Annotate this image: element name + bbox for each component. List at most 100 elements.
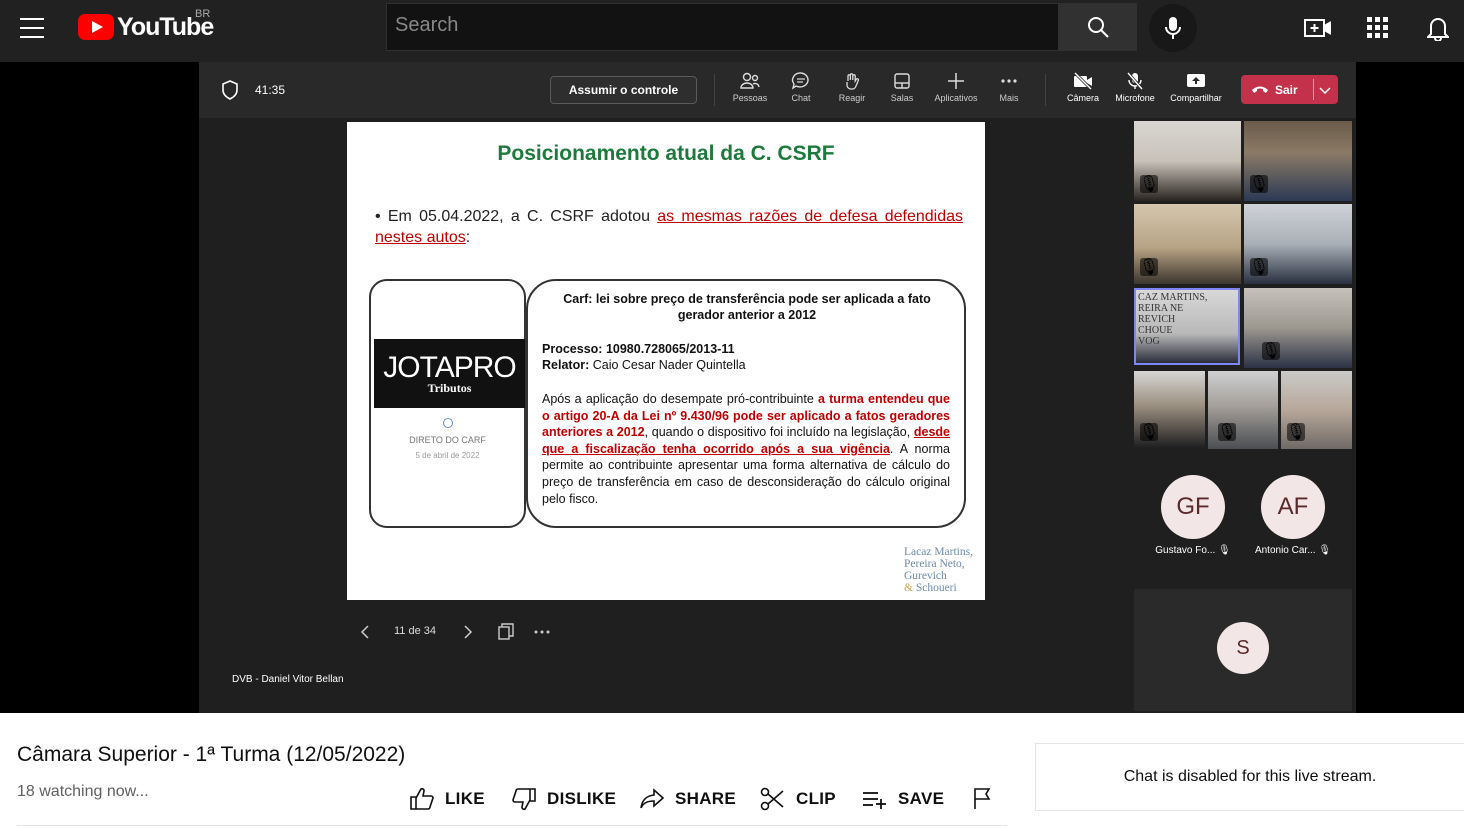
search-input[interactable] (387, 4, 1058, 47)
share-video-button[interactable]: SHARE (639, 785, 736, 813)
thumb-up-icon (410, 787, 434, 810)
video-info: Câmara Superior - 1ª Turma (12/05/2022) … (0, 713, 1464, 829)
mic-off-icon: 🎙 (1318, 545, 1332, 556)
people-icon (740, 72, 760, 89)
search-icon (1087, 17, 1109, 38)
chevron-down-icon[interactable] (1319, 85, 1331, 95)
phone-date: 5 de abril de 2022 (415, 451, 480, 460)
mic-off-icon (1126, 72, 1144, 90)
participant-video[interactable]: 🎙 (1244, 121, 1352, 201)
mic-off-icon: 🎙 (1138, 175, 1160, 193)
rooms-icon (894, 73, 910, 89)
participant-video[interactable]: 🎙 (1134, 204, 1241, 284)
teams-meeting-window: 41:35 Assumir o controle Pessoas Chat Re… (199, 62, 1356, 713)
leave-label: Sair (1275, 83, 1298, 97)
avatar: S (1217, 622, 1269, 674)
camera-button[interactable]: Câmera (1055, 72, 1111, 103)
avatar: GF (1161, 475, 1225, 539)
mic-off-icon: 🎙 (1260, 342, 1282, 360)
react-button[interactable]: Reagir (824, 72, 880, 103)
plus-icon (948, 73, 964, 89)
presenter-name: DVB - Daniel Vitor Bellan (232, 674, 344, 685)
participant-avatar-tile[interactable]: AF Antonio Car... 🎙 (1248, 475, 1338, 556)
participant-video[interactable]: 🎙 (1281, 371, 1352, 449)
apps-button[interactable] (1364, 14, 1392, 42)
mic-off-icon: 🎙 (1285, 423, 1307, 441)
people-button[interactable]: Pessoas (722, 72, 778, 103)
notifications-icon (1427, 18, 1449, 41)
youtube-play-icon (78, 14, 114, 40)
participant-video[interactable]: 🎙 (1134, 371, 1205, 449)
country-code: BR (195, 8, 211, 20)
dislike-label: DISLIKE (547, 789, 617, 808)
report-button[interactable] (971, 785, 1005, 813)
notifications-button[interactable] (1424, 14, 1452, 42)
share-button[interactable]: Compartilhar (1161, 72, 1231, 103)
jotapro-brand: JOTAPRO (383, 351, 516, 384)
like-button[interactable]: LIKE (409, 785, 485, 813)
more-icon (1001, 79, 1017, 83)
react-label: Reagir (838, 93, 866, 103)
camera-label: Câmera (1066, 93, 1099, 103)
news-body: Após a aplicação do desempate pró-contri… (542, 392, 950, 506)
clip-button[interactable]: CLIP (760, 785, 836, 813)
hand-icon (846, 73, 860, 90)
rooms-label: Salas (890, 93, 914, 103)
mic-off-icon: 🎙 (1248, 258, 1270, 276)
menu-icon[interactable] (20, 18, 44, 38)
participant-video[interactable]: 🎙 (1244, 204, 1352, 284)
chat-disabled-message: Chat is disabled for this live stream. (1123, 768, 1377, 785)
youtube-logo[interactable]: YouTube BR (78, 8, 214, 41)
news-process: Processo: 10980.728065/2013-11 Relator: … (542, 342, 746, 372)
bullet-suffix: : (465, 229, 471, 246)
microphone-button[interactable]: Microfone (1107, 72, 1163, 103)
phone-hangup-icon (1252, 86, 1268, 93)
masthead: YouTube BR (0, 0, 1464, 62)
search-button[interactable] (1058, 3, 1137, 51)
save-button[interactable]: SAVE (862, 785, 944, 813)
rooms-button[interactable]: Salas (874, 72, 930, 103)
phone-mockup: JOTAPRO Tributos DIRETO DO CARF 5 de abr… (369, 279, 526, 528)
phone-section: DIRETO DO CARF (409, 435, 486, 445)
meeting-toolbar: 41:35 Assumir o controle Pessoas Chat Re… (199, 62, 1356, 118)
participant-video[interactable]: 🎙 (1244, 288, 1352, 368)
flag-icon (974, 788, 991, 809)
slide-grid-icon[interactable] (497, 623, 515, 641)
mic-off-icon: 🎙 (1248, 175, 1270, 193)
participant-avatar-tile[interactable]: S (1134, 589, 1352, 711)
share-icon (640, 788, 665, 809)
leave-button[interactable]: Sair (1241, 75, 1338, 104)
participant-video[interactable]: 🎙 (1208, 371, 1278, 449)
next-slide-icon[interactable] (462, 624, 474, 640)
news-headline: Carf: lei sobre preço de transferência p… (563, 292, 931, 322)
thumb-down-icon (512, 788, 536, 811)
shield-icon (222, 80, 238, 100)
participant-video-active[interactable]: CAZ MARTINS, REIRA NE REVICH CHOUE VOG (1134, 288, 1240, 365)
prev-slide-icon[interactable] (359, 624, 371, 640)
apps-button-teams[interactable]: Aplicativos (928, 72, 984, 103)
participant-avatar-tile[interactable]: GF Gustavo Fo... 🎙 (1149, 475, 1237, 556)
share-screen-icon (1187, 74, 1205, 87)
bullet-text: Em 05.04.2022, a C. CSRF adotou (387, 208, 658, 225)
tile-sign: CAZ MARTINS, REIRA NE REVICH CHOUE VOG (1138, 292, 1208, 347)
create-button[interactable] (1304, 14, 1332, 42)
share-label: Compartilhar (1170, 93, 1222, 103)
mic-off-icon: 🎙 (1218, 545, 1231, 556)
people-label: Pessoas (732, 93, 768, 103)
share-label: SHARE (675, 789, 737, 808)
search-box (386, 3, 1058, 51)
chat-button[interactable]: Chat (773, 72, 829, 103)
mic-off-icon: 🎙 (1138, 258, 1160, 276)
dislike-button[interactable]: DISLIKE (511, 785, 616, 813)
voice-search-button[interactable] (1149, 4, 1197, 52)
save-label: SAVE (898, 789, 945, 808)
dot-icon (443, 418, 453, 428)
participant-video[interactable]: 🎙 (1134, 121, 1241, 201)
chat-disabled-panel: Chat is disabled for this live stream. (1035, 743, 1464, 811)
slide-more-icon[interactable] (533, 624, 551, 640)
take-control-button[interactable]: Assumir o controle (550, 76, 697, 104)
more-button[interactable]: Mais (981, 72, 1037, 103)
slide-title: Posicionamento atual da C. CSRF (497, 142, 835, 165)
mic-icon (1165, 17, 1181, 39)
firm-logo: Lacaz Martins, Pereira Neto, Gurevich & … (904, 546, 973, 594)
